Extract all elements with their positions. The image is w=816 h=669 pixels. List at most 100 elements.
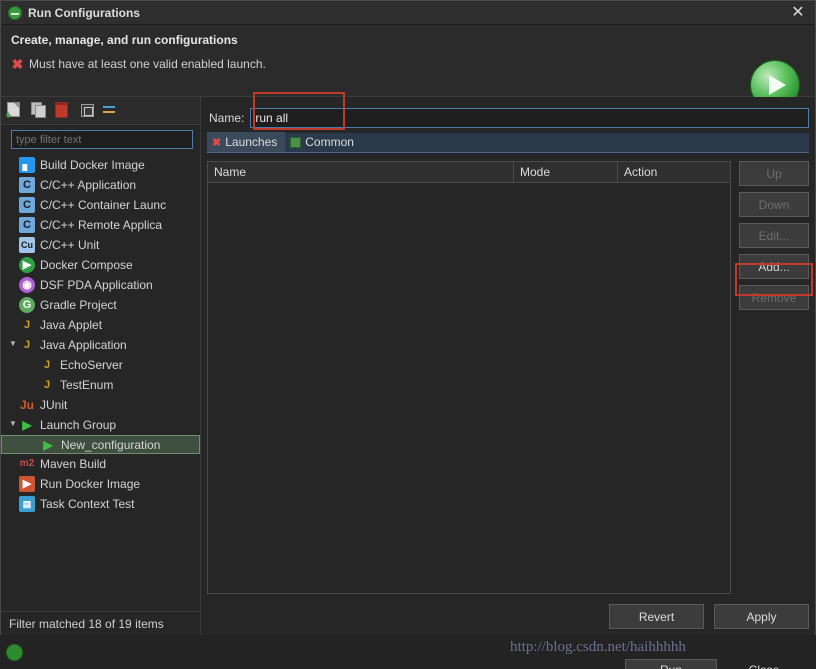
tab-label: Common [305, 135, 354, 149]
tree-item-label: EchoServer [60, 358, 123, 372]
launches-table[interactable]: Name Mode Action [207, 161, 731, 594]
tree-item-label: C/C++ Application [40, 178, 137, 192]
tree-item-build-docker-image[interactable]: ▖ Build Docker Image [1, 155, 200, 175]
tree-item-junit[interactable]: Ju JUnit [1, 395, 200, 415]
c-unit-icon: Cu [19, 237, 35, 253]
tree-item-label: Run Docker Image [40, 477, 141, 491]
dialog-titlebar: Run Configurations ✕ [1, 1, 815, 25]
tree-item-label: TestEnum [60, 378, 114, 392]
tab-launches[interactable]: ✖ Launches [207, 132, 286, 152]
footer-area: http://blog.csdn.net/haihhhhh Run Close [0, 635, 816, 669]
run-button[interactable]: Run [625, 659, 717, 669]
dialog-header: Create, manage, and run configurations ✖… [1, 25, 815, 109]
docker-icon: ▖ [19, 157, 35, 173]
tree-item-java-application[interactable]: J Java Application [1, 335, 200, 355]
dsf-pda-icon: ◉ [19, 277, 35, 293]
tree-item-label: New_configuration [61, 437, 161, 452]
error-x-icon: ✖ [212, 136, 222, 149]
tree-item-label: Docker Compose [40, 258, 133, 272]
close-button[interactable]: Close [724, 659, 804, 669]
header-heading: Create, manage, and run configurations [11, 33, 238, 47]
configurations-tree[interactable]: ▖ Build Docker Image C C/C++ Application… [1, 153, 200, 611]
tree-item-testenum[interactable]: J TestEnum [1, 375, 200, 395]
java-icon: J [43, 359, 51, 371]
tree-item-launch-group[interactable]: ▶ Launch Group [1, 415, 200, 435]
tree-item-echoserver[interactable]: J EchoServer [1, 355, 200, 375]
java-icon: J [23, 319, 31, 331]
gradle-icon: G [19, 297, 35, 313]
screen-root: EchoServer.java TestEnum.java SonarQube.… [0, 0, 816, 669]
copy-icon[interactable] [31, 102, 48, 119]
launch-group-icon: ▶ [43, 437, 53, 452]
launches-table-body[interactable] [208, 183, 730, 593]
revert-apply-row: Revert Apply [207, 604, 809, 629]
tree-item-new-configuration[interactable]: ▶ New_configuration [1, 435, 200, 454]
junit-icon: Ju [19, 398, 34, 412]
java-icon: J [43, 379, 51, 391]
tree-item-label: Launch Group [40, 418, 117, 432]
tree-item-gradle-project[interactable]: G Gradle Project [1, 295, 200, 315]
tree-item-label: DSF PDA Application [40, 278, 153, 292]
tree-twisty-launch-group[interactable]: ▼ [7, 419, 19, 428]
configuration-details-panel: Name: ✖ Launches Common [201, 92, 815, 635]
tree-item-label: Java Applet [40, 318, 103, 332]
java-icon: J [23, 339, 31, 351]
column-header-name: Name [208, 162, 514, 182]
maven-icon: m2 [19, 458, 35, 469]
launches-side-buttons: Up Down Edit... Add... Remove [735, 161, 813, 594]
tree-item-label: JUnit [40, 398, 68, 412]
name-input[interactable] [250, 108, 809, 128]
launches-table-header: Name Mode Action [208, 162, 730, 183]
tree-item-label: Build Docker Image [40, 158, 145, 172]
down-button[interactable]: Down [739, 192, 809, 217]
header-error-row: ✖ Must have at least one valid enabled l… [11, 55, 805, 72]
header-error-text: Must have at least one valid enabled lau… [29, 57, 266, 71]
filter-arrows-icon[interactable] [103, 102, 120, 119]
tree-item-docker-compose[interactable]: ▶ Docker Compose [1, 255, 200, 275]
edit-button[interactable]: Edit... [739, 223, 809, 248]
collapse-all-icon[interactable] [79, 102, 96, 119]
run-docker-icon: ▶ [19, 476, 35, 492]
tree-item-task-context-test[interactable]: ▤ Task Context Test [1, 494, 200, 514]
configurations-panel: ▖ Build Docker Image C C/C++ Application… [1, 97, 201, 635]
run-configurations-dialog: Run Configurations ✕ Create, manage, and… [0, 0, 816, 635]
tree-item-label: Task Context Test [40, 497, 135, 511]
add-button[interactable]: Add... [739, 254, 809, 279]
trash-icon[interactable] [55, 102, 72, 119]
filter-status-text: Filter matched 18 of 19 items [1, 611, 200, 635]
revert-button[interactable]: Revert [609, 604, 704, 629]
tree-item-java-applet[interactable]: J Java Applet [1, 315, 200, 335]
configurations-toolbar [1, 97, 200, 125]
run-config-icon [8, 5, 22, 20]
tree-item-cpp-container-launch[interactable]: C C/C++ Container Launc [1, 195, 200, 215]
column-header-action: Action [624, 165, 658, 179]
name-label: Name: [209, 111, 245, 125]
launches-content: Name Mode Action Up Down Edit... Add... … [207, 161, 813, 594]
c-remote-icon: C [19, 217, 35, 233]
launch-group-icon: ▶ [22, 418, 32, 432]
remove-button[interactable]: Remove [739, 285, 809, 310]
tree-item-dsf-pda-application[interactable]: ◉ DSF PDA Application [1, 275, 200, 295]
tree-item-cpp-application[interactable]: C C/C++ Application [1, 175, 200, 195]
docker-compose-icon: ▶ [19, 257, 35, 273]
up-button[interactable]: Up [739, 161, 809, 186]
tree-item-maven-build[interactable]: m2 Maven Build [1, 454, 200, 474]
new-document-icon[interactable] [5, 102, 24, 120]
tree-item-cpp-remote-application[interactable]: C C/C++ Remote Applica [1, 215, 200, 235]
close-icon[interactable]: ✕ [789, 4, 807, 22]
tab-common[interactable]: Common [285, 132, 362, 152]
apply-button[interactable]: Apply [714, 604, 809, 629]
tree-item-label: C/C++ Container Launc [40, 198, 167, 212]
dialog-title: Run Configurations [28, 5, 140, 20]
tree-twisty-java-application[interactable]: ▼ [7, 339, 19, 348]
common-tab-icon [290, 136, 302, 148]
details-tabs: ✖ Launches Common [207, 132, 809, 153]
column-header-mode: Mode [514, 162, 618, 182]
dialog-body: ▖ Build Docker Image C C/C++ Application… [1, 92, 815, 635]
filter-input[interactable] [11, 130, 193, 149]
c-app-icon: C [19, 177, 35, 193]
tree-item-run-docker-image[interactable]: ▶ Run Docker Image [1, 474, 200, 494]
tree-item-cpp-unit[interactable]: Cu C/C++ Unit [1, 235, 200, 255]
watermark-text: http://blog.csdn.net/haihhhhh [510, 639, 686, 655]
error-x-icon: ✖ [11, 55, 24, 72]
